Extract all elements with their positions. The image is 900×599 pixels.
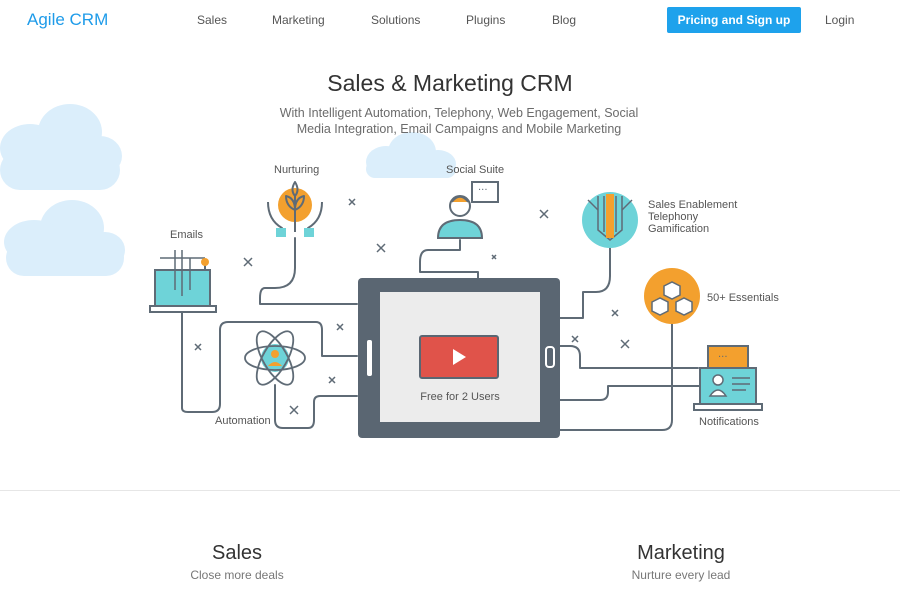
nav-blog[interactable]: Blog [552, 13, 576, 27]
play-icon [453, 349, 466, 365]
logo[interactable]: Agile CRM [27, 10, 108, 30]
label-notifications: Notifications [699, 416, 759, 428]
label-automation: Automation [215, 415, 271, 427]
marketing-heading: Marketing [637, 542, 725, 564]
top-nav: Agile CRM Sales Marketing Solutions Plug… [0, 0, 900, 40]
pricing-signup-button[interactable]: Pricing and Sign up [667, 7, 801, 33]
page-title: Sales & Marketing CRM [327, 70, 573, 96]
nav-marketing[interactable]: Marketing [272, 13, 325, 27]
page-subtitle: With Intelligent Automation, Telephony, … [279, 106, 639, 136]
svg-text:···: ··· [718, 352, 728, 363]
label-nurturing: Nurturing [274, 164, 320, 176]
label-sales-enablement: Sales Enablement [648, 199, 738, 211]
marketing-subheading: Nurture every lead [631, 568, 731, 582]
label-gamification: Gamification [648, 223, 710, 235]
label-sales-enablement-group: Sales Enablement Telephony Gamification [648, 199, 737, 235]
label-telephony: Telephony [648, 211, 699, 223]
nav-sales[interactable]: Sales [197, 13, 227, 27]
free-users-caption: Free for 2 Users [420, 391, 500, 403]
login-link[interactable]: Login [825, 13, 854, 27]
play-video-button[interactable] [419, 335, 499, 379]
nav-plugins[interactable]: Plugins [466, 13, 505, 27]
label-essentials: 50+ Essentials [707, 292, 779, 304]
svg-text:···: ··· [478, 185, 488, 196]
sales-subheading: Close more deals [190, 568, 284, 582]
label-emails: Emails [170, 229, 204, 241]
nav-solutions[interactable]: Solutions [371, 13, 420, 27]
section-divider [0, 490, 900, 491]
sales-heading: Sales [211, 542, 263, 564]
label-social-suite: Social Suite [446, 164, 505, 176]
